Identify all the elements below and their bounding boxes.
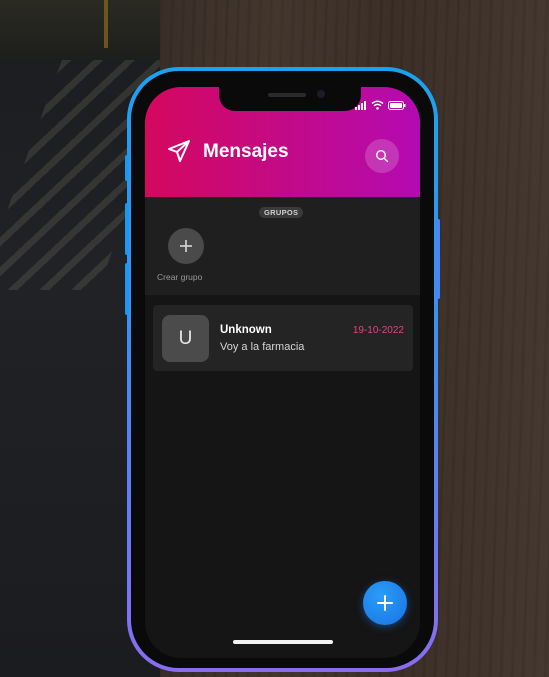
message-date: 19-10-2022 <box>352 325 404 336</box>
camera <box>317 90 325 98</box>
paper-plane-icon <box>168 140 190 162</box>
phone-notch <box>219 87 361 111</box>
conversation-item[interactable]: U Unknown 19-10-2022 Voy a la farmacia <box>153 305 413 371</box>
search-button[interactable] <box>365 139 399 173</box>
wifi-icon <box>371 100 384 110</box>
phone-frame: Mensajes GRUPOS Crear grupo U Unknown 19… <box>131 71 434 668</box>
battery-icon <box>388 100 406 110</box>
contact-name: Unknown <box>220 324 272 336</box>
phone-screen: Mensajes GRUPOS Crear grupo U Unknown 19… <box>145 87 420 658</box>
phone-side-button <box>125 155 129 181</box>
message-preview: Voy a la farmacia <box>220 341 305 353</box>
create-group-label: Crear grupo <box>157 272 203 282</box>
search-icon <box>375 149 389 163</box>
volume-down-button <box>125 263 129 315</box>
groups-section: GRUPOS Crear grupo <box>145 197 420 295</box>
groups-badge: GRUPOS <box>259 207 304 218</box>
power-button <box>436 219 440 299</box>
home-indicator[interactable] <box>233 640 333 644</box>
new-message-button[interactable] <box>363 581 407 625</box>
background-pole <box>104 0 108 48</box>
sidewalk-top <box>0 0 170 60</box>
create-group-button[interactable] <box>168 228 204 264</box>
speaker <box>268 93 306 97</box>
plus-icon <box>180 240 192 252</box>
phone: Mensajes GRUPOS Crear grupo U Unknown 19… <box>125 67 440 672</box>
plus-icon <box>377 595 393 611</box>
status-bar <box>355 100 406 110</box>
page-title: Mensajes <box>203 141 289 162</box>
avatar: U <box>162 315 209 362</box>
volume-up-button <box>125 203 129 255</box>
signal-icon <box>355 100 366 110</box>
